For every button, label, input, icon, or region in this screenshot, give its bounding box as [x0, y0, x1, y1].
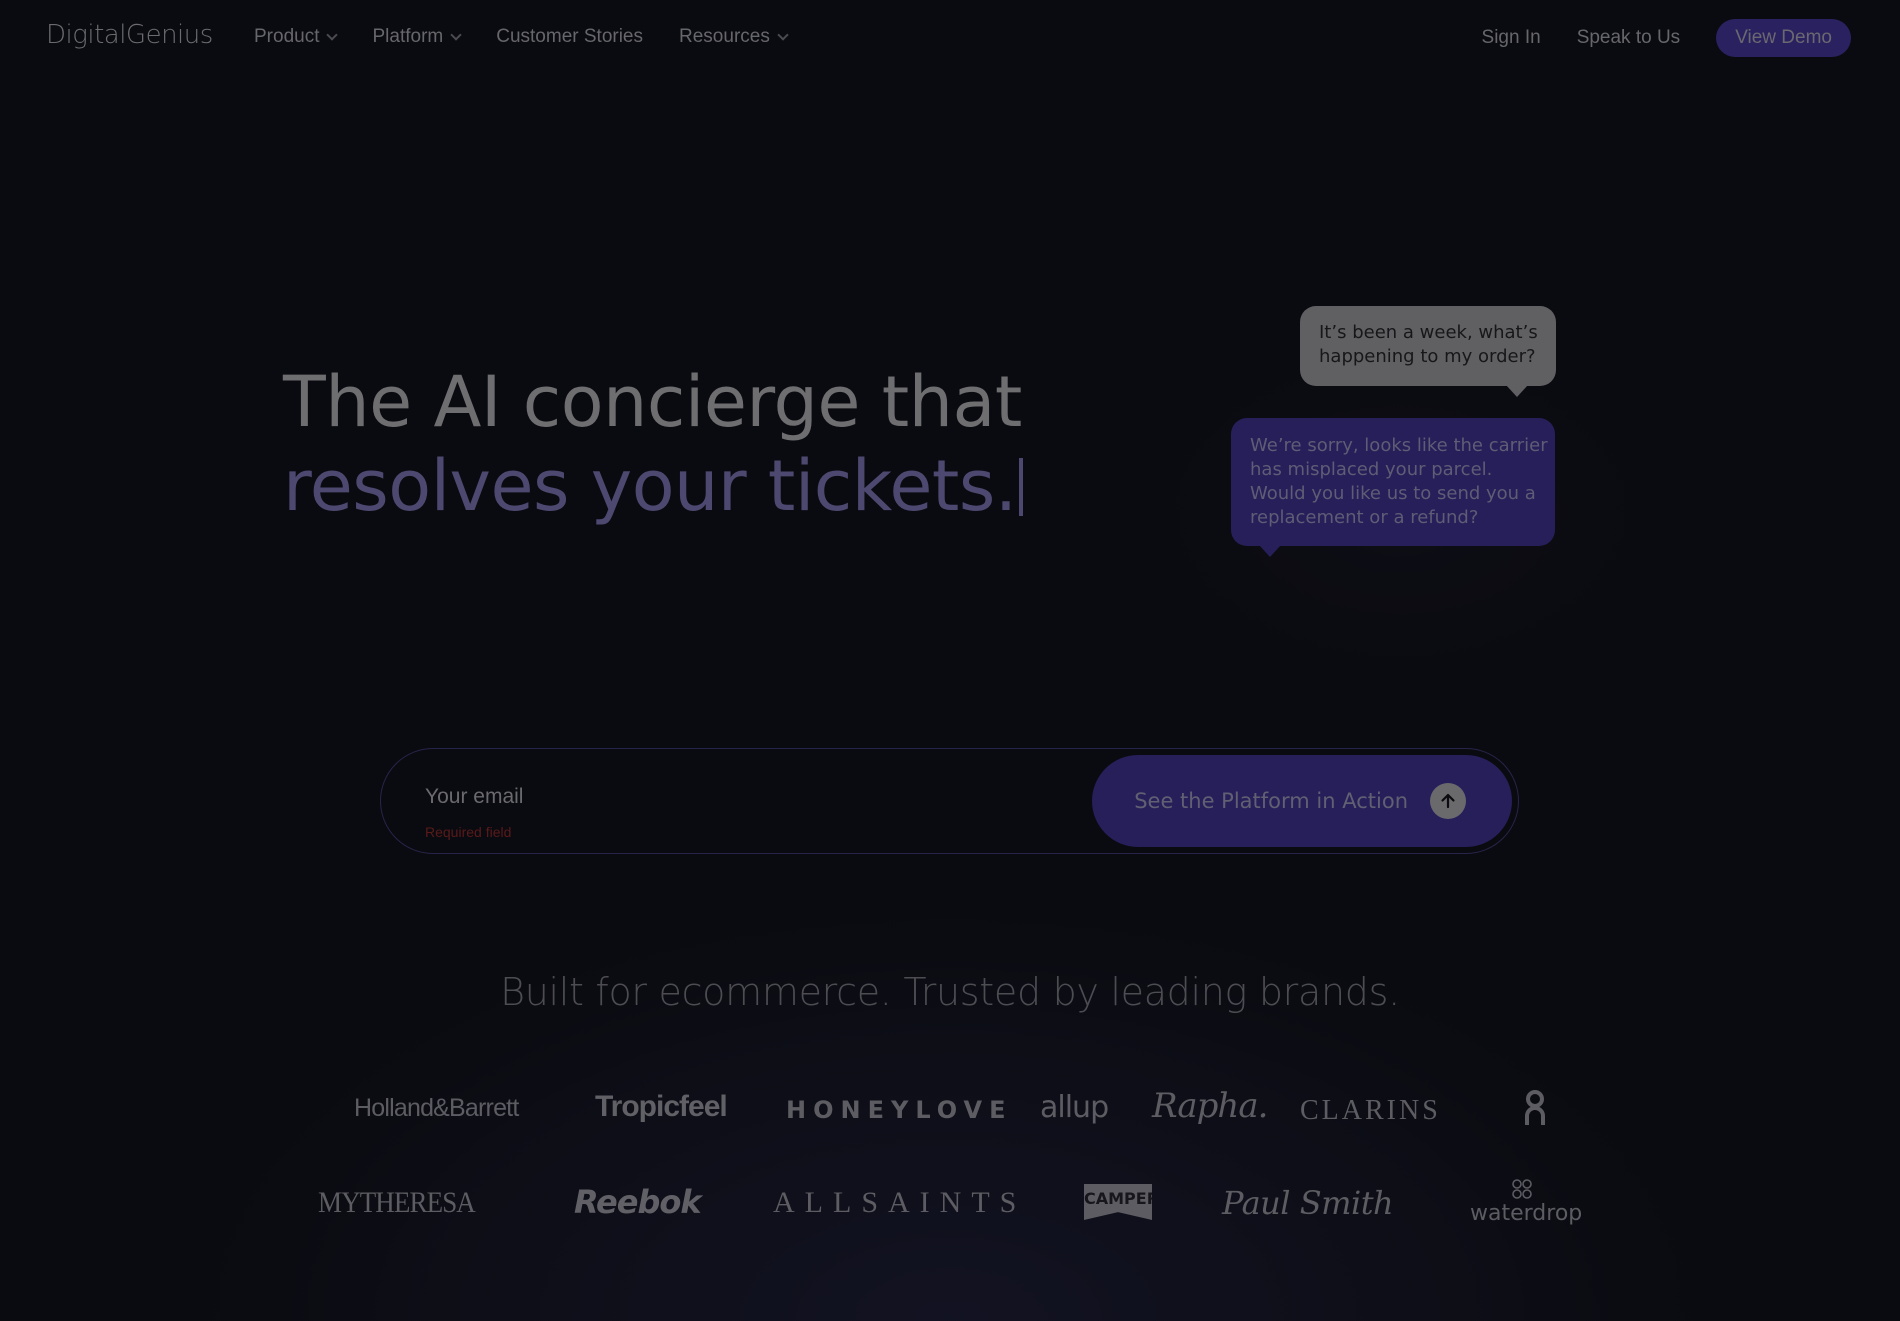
brand-logo-reebok: Reebok: [574, 1183, 702, 1221]
nav-item-label: Resources: [679, 26, 770, 47]
hero-title-line1: The AI concierge that: [283, 361, 1022, 443]
arrow-up-icon: [1430, 783, 1466, 819]
chat-line: Would you like us to send you a: [1250, 483, 1536, 504]
chat-line: has misplaced your parcel.: [1250, 459, 1493, 480]
speak-to-us-link[interactable]: Speak to Us: [1577, 27, 1681, 49]
brand-logo-clarins: CLARINS: [1300, 1095, 1441, 1126]
top-navigation: DigitalGenius Product Platform Customer …: [0, 0, 1900, 76]
brand-logo-holland-barrett: Holland&Barrett: [354, 1094, 519, 1122]
brands-heading: Built for ecommerce. Trusted by leading …: [500, 970, 1400, 1014]
sign-in-link[interactable]: Sign In: [1482, 27, 1541, 49]
nav-item-label: Customer Stories: [496, 26, 644, 47]
chevron-down-icon: [326, 29, 339, 41]
typing-cursor: [1018, 458, 1023, 516]
nav-item-product[interactable]: Product: [254, 26, 339, 48]
brand-logo-rapha: Rapha.: [1152, 1086, 1268, 1126]
chevron-down-icon: [777, 29, 789, 41]
waterdrop-icon: [1512, 1179, 1532, 1199]
brand-logo-waterdrop-text: waterdrop: [1470, 1201, 1583, 1226]
logo[interactable]: DigitalGenius: [46, 20, 213, 50]
chat-bubble-agent: We’re sorry, looks like the carrier has …: [1231, 418, 1555, 557]
chevron-down-icon: [450, 29, 462, 41]
nav-actions: Sign In Speak to Us View Demo: [1482, 19, 1851, 57]
brand-logo-allsaints: ALLSAINTS: [773, 1186, 1027, 1219]
brand-logo-allup: allup: [1040, 1090, 1109, 1125]
brand-logo-mytheresa: MYTHERESA: [318, 1186, 476, 1219]
demo-request-form: Required field See the Platform in Actio…: [380, 748, 1519, 854]
email-input[interactable]: [425, 785, 1045, 809]
nav-item-resources[interactable]: Resources: [679, 26, 789, 48]
brand-logo-on: [1524, 1090, 1546, 1126]
brand-logo-honeylove: HONEYLOVE: [786, 1096, 1013, 1124]
brand-logo-waterdrop: waterdrop: [1470, 1178, 1582, 1226]
nav-links: Product Platform Customer Stories Resour…: [254, 26, 823, 48]
nav-item-platform[interactable]: Platform: [372, 26, 462, 48]
nav-item-customer-stories[interactable]: Customer Stories: [496, 26, 643, 48]
brand-logo-camper: CAMPER: [1084, 1184, 1152, 1220]
see-platform-button[interactable]: See the Platform in Action: [1092, 755, 1512, 847]
brand-logo-tropicfeel: Tropicfeel: [595, 1090, 728, 1123]
chat-bubble-customer: It’s been a week, what’s happening to my…: [1300, 306, 1556, 397]
validation-message: Required field: [425, 824, 512, 840]
nav-item-label: Product: [254, 26, 320, 47]
chat-line: We’re sorry, looks like the carrier: [1250, 435, 1548, 456]
hero-title-line2: resolves your tickets.: [283, 444, 1023, 528]
chat-line: replacement or a refund?: [1250, 507, 1479, 528]
hero-title-line2-text: resolves your tickets.: [283, 445, 1017, 527]
view-demo-button[interactable]: View Demo: [1716, 19, 1851, 57]
chat-line: It’s been a week, what’s: [1319, 322, 1538, 343]
brand-logo-paul-smith: Paul Smith: [1222, 1184, 1394, 1222]
chat-line: happening to my order?: [1319, 346, 1536, 367]
nav-item-label: Platform: [372, 26, 444, 47]
cta-label: See the Platform in Action: [1134, 789, 1408, 813]
hero-title: The AI concierge that resolves your tick…: [283, 360, 1023, 528]
